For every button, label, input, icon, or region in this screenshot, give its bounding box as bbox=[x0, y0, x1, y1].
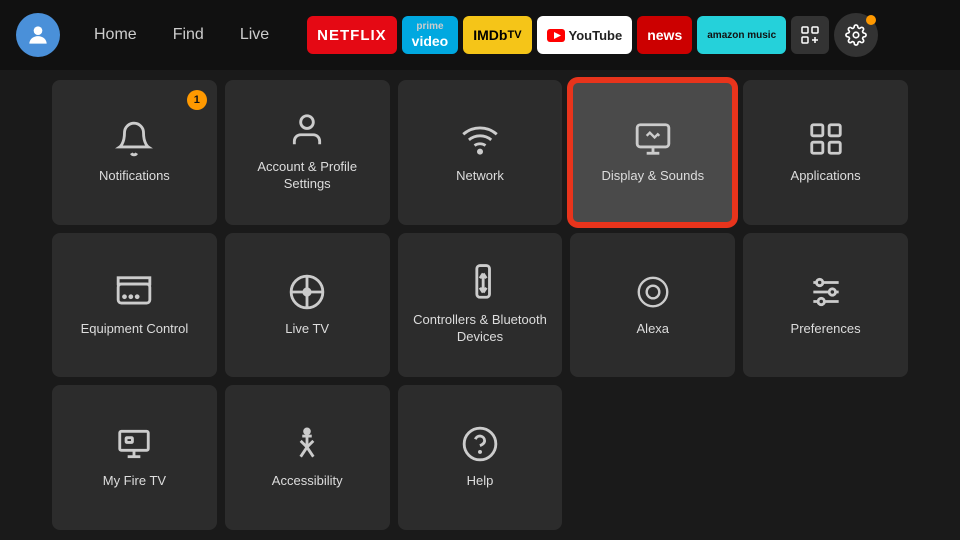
grid-label-network: Network bbox=[456, 168, 504, 185]
grid-item-equipment-control[interactable]: Equipment Control bbox=[52, 233, 217, 378]
app-shortcuts: NETFLIX primevideo IMDbTV YouTube news a… bbox=[307, 13, 944, 57]
settings-button[interactable] bbox=[834, 13, 878, 57]
app-prime[interactable]: primevideo bbox=[402, 16, 459, 54]
settings-grid: 1 Notifications Account & Profile Settin… bbox=[0, 70, 960, 540]
avatar[interactable] bbox=[16, 13, 60, 57]
grid-label-my-fire-tv: My Fire TV bbox=[103, 473, 166, 490]
grid-item-network[interactable]: Network bbox=[398, 80, 563, 225]
app-news[interactable]: news bbox=[637, 16, 692, 54]
grid-label-notifications: Notifications bbox=[99, 168, 170, 185]
grid-item-display-sounds[interactable]: Display & Sounds bbox=[570, 80, 735, 225]
top-nav: Home Find Live NETFLIX primevideo IMDbTV… bbox=[0, 0, 960, 70]
grid-item-applications[interactable]: Applications bbox=[743, 80, 908, 225]
app-imdb[interactable]: IMDbTV bbox=[463, 16, 531, 54]
grid-label-display-sounds: Display & Sounds bbox=[601, 168, 704, 185]
nav-live[interactable]: Live bbox=[222, 20, 287, 50]
app-youtube[interactable]: YouTube bbox=[537, 16, 633, 54]
badge-notifications: 1 bbox=[187, 90, 207, 110]
nav-home[interactable]: Home bbox=[76, 20, 155, 50]
grid-label-live-tv: Live TV bbox=[285, 321, 329, 338]
grid-label-preferences: Preferences bbox=[791, 321, 861, 338]
grid-item-live-tv[interactable]: Live TV bbox=[225, 233, 390, 378]
grid-item-notifications[interactable]: 1 Notifications bbox=[52, 80, 217, 225]
grid-label-equipment-control: Equipment Control bbox=[81, 321, 189, 338]
app-amazon-music[interactable]: amazon music bbox=[697, 16, 786, 54]
grid-label-accessibility: Accessibility bbox=[272, 473, 343, 490]
grid-item-my-fire-tv[interactable]: My Fire TV bbox=[52, 385, 217, 530]
grid-item-controllers-bluetooth[interactable]: Controllers & Bluetooth Devices bbox=[398, 233, 563, 378]
grid-label-applications: Applications bbox=[791, 168, 861, 185]
settings-badge bbox=[866, 15, 876, 25]
nav-find[interactable]: Find bbox=[155, 20, 222, 50]
grid-item-help[interactable]: Help bbox=[398, 385, 563, 530]
grid-item-account-profile[interactable]: Account & Profile Settings bbox=[225, 80, 390, 225]
nav-links: Home Find Live bbox=[76, 20, 287, 50]
grid-label-account-profile: Account & Profile Settings bbox=[235, 159, 380, 193]
grid-item-preferences[interactable]: Preferences bbox=[743, 233, 908, 378]
grid-item-accessibility[interactable]: Accessibility bbox=[225, 385, 390, 530]
app-netflix[interactable]: NETFLIX bbox=[307, 16, 397, 54]
grid-item-alexa[interactable]: Alexa bbox=[570, 233, 735, 378]
grid-label-alexa: Alexa bbox=[637, 321, 670, 338]
app-grid[interactable] bbox=[791, 16, 829, 54]
grid-label-controllers-bluetooth: Controllers & Bluetooth Devices bbox=[408, 312, 553, 346]
grid-label-help: Help bbox=[467, 473, 494, 490]
